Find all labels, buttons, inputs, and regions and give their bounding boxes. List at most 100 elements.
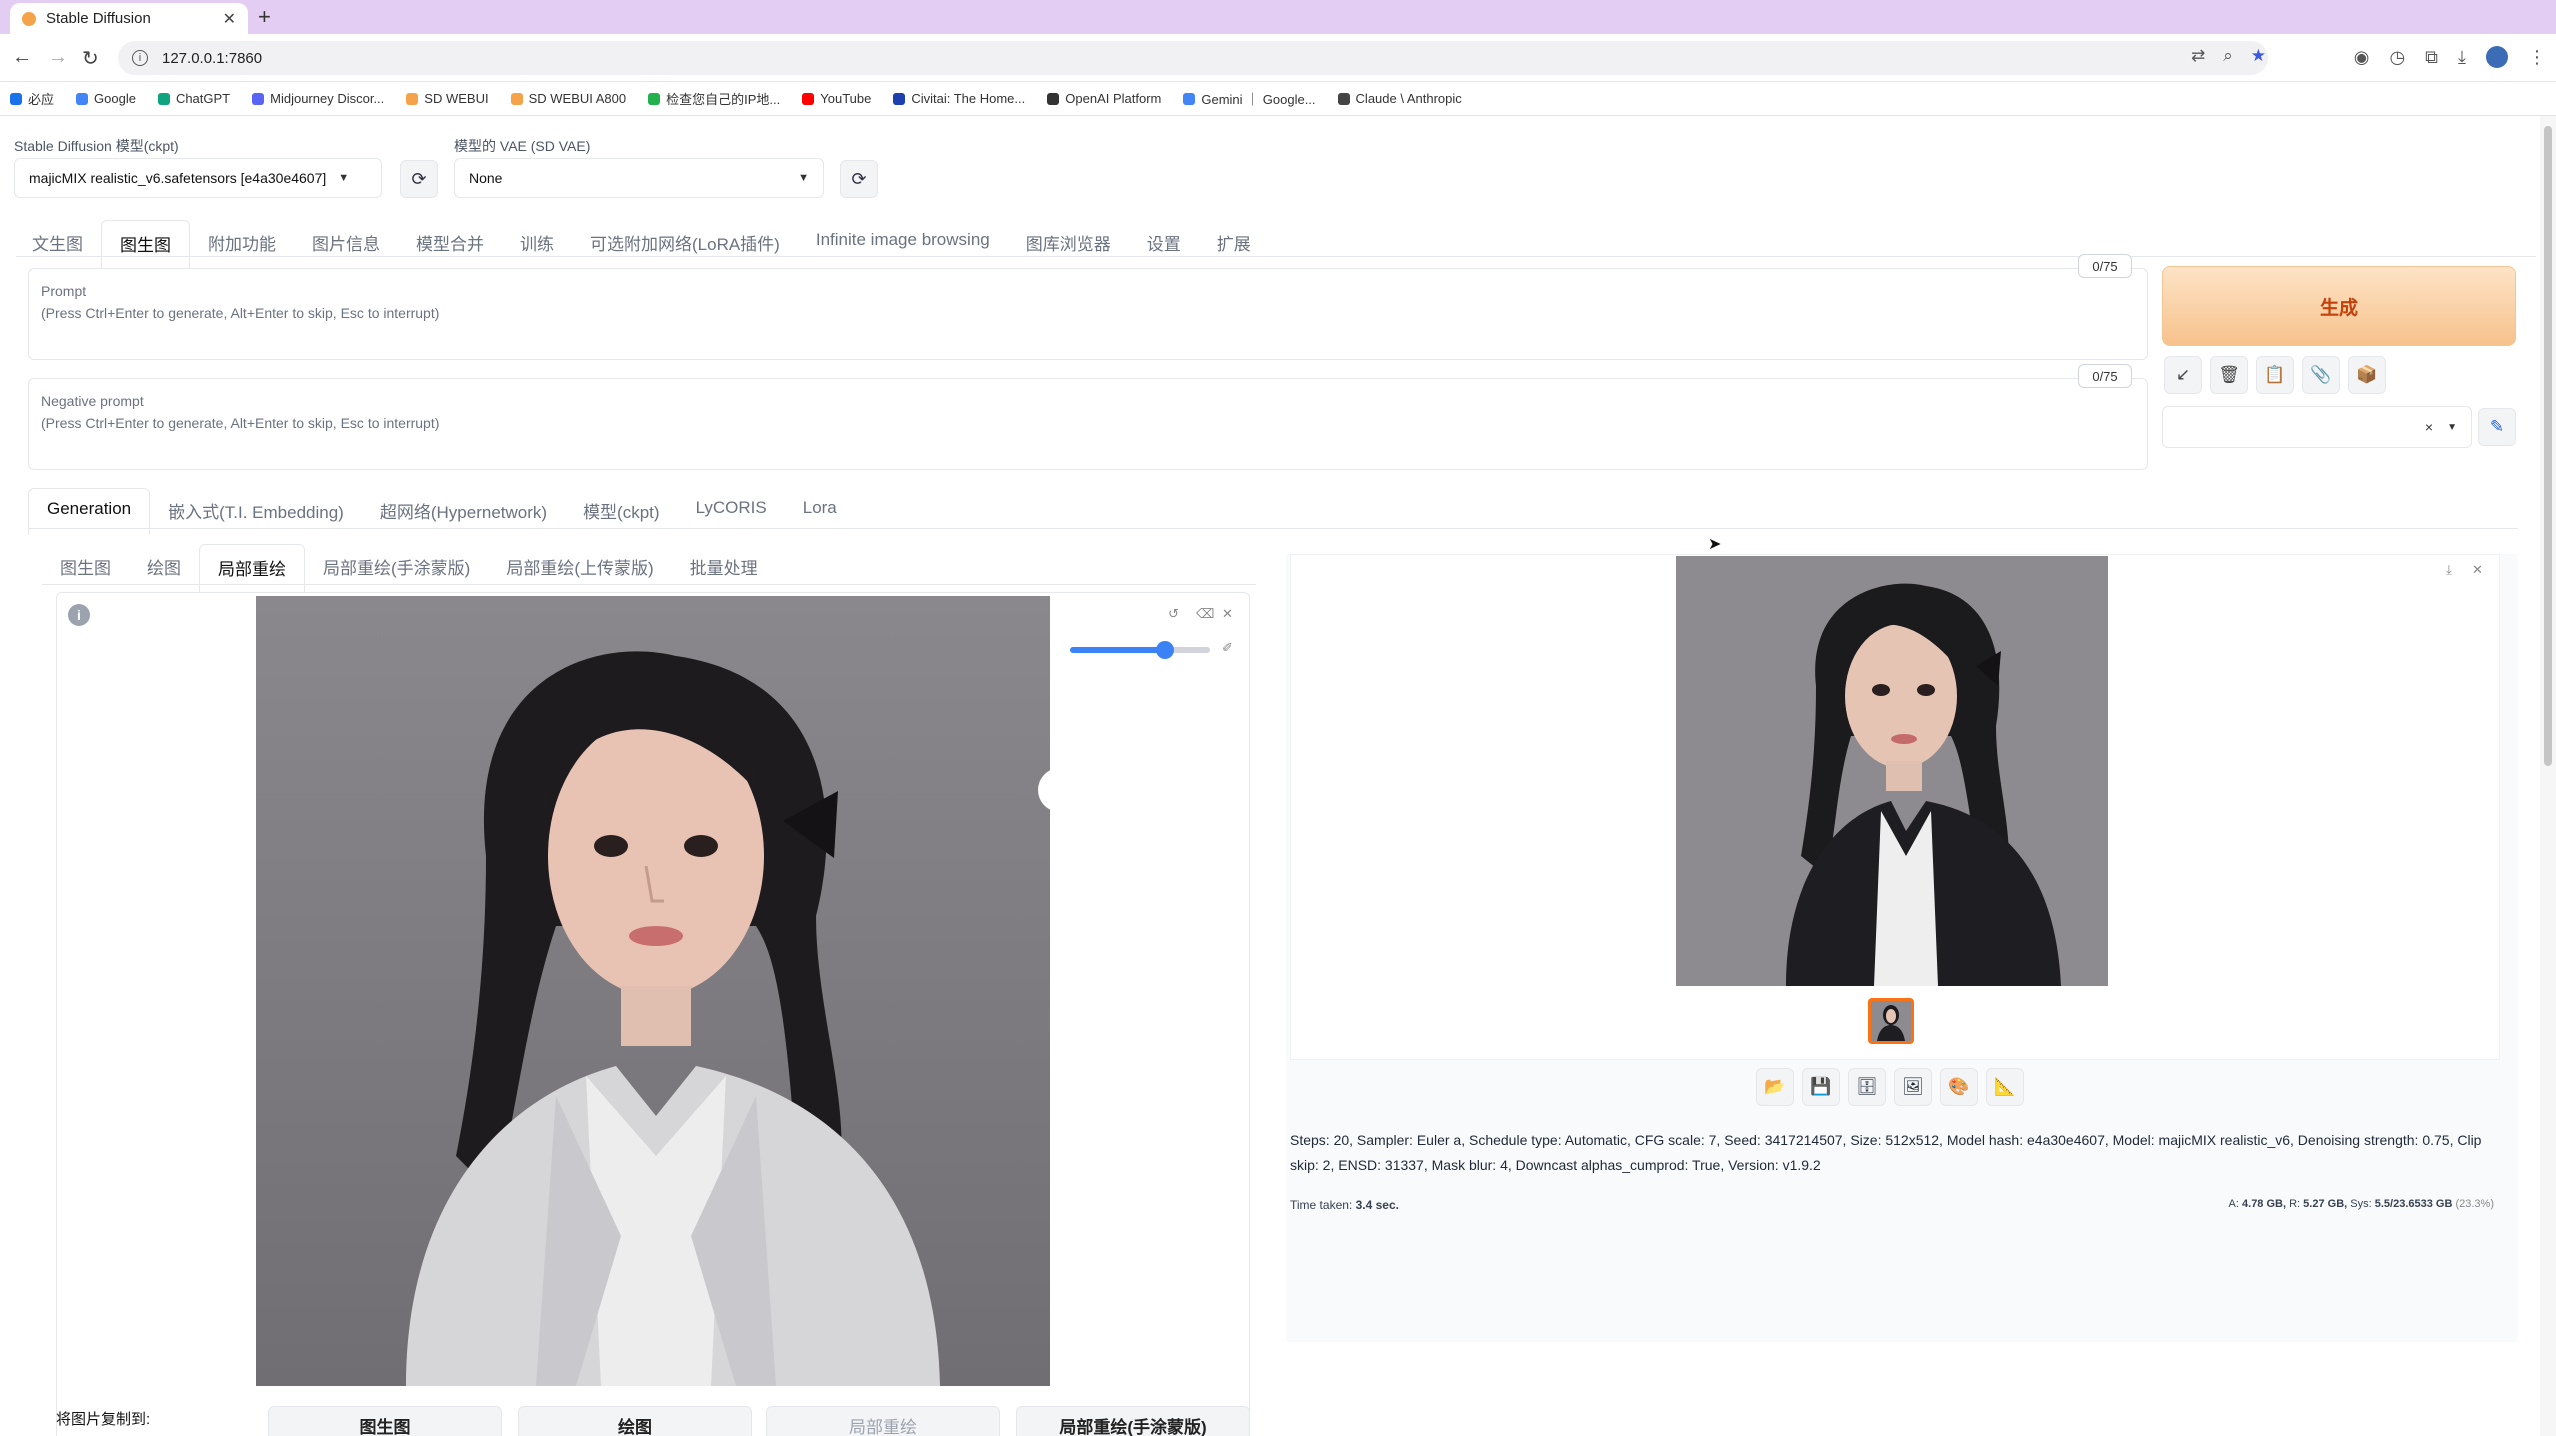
brush-icon[interactable]: ✐	[1222, 640, 1233, 656]
bookmark-item[interactable]: ChatGPT	[157, 91, 230, 106]
bookmark-item[interactable]: Midjourney Discor...	[252, 91, 384, 106]
tab-inpaint-upload[interactable]: 局部重绘(上传蒙版)	[488, 544, 671, 593]
bookmark-icon	[893, 92, 906, 105]
bookmark-star-icon[interactable]: ★	[2251, 46, 2266, 66]
profile-avatar[interactable]	[2486, 46, 2508, 68]
slider-fill	[1070, 647, 1166, 653]
menu-icon[interactable]: ⋮	[2528, 47, 2546, 68]
vae-select[interactable]: None ▼	[454, 158, 824, 198]
bookmark-item[interactable]: Google	[76, 91, 136, 106]
tab-extras[interactable]: 附加功能	[190, 220, 294, 269]
tab-inpaint-sketch[interactable]: 局部重绘(手涂蒙版)	[305, 544, 488, 593]
eraser-icon[interactable]: ⌫	[1196, 606, 1214, 622]
page-scrollbar[interactable]	[2540, 116, 2556, 1436]
styles-button[interactable]: 📋	[2256, 356, 2294, 394]
apply-styles-button[interactable]: 📦	[2348, 356, 2386, 394]
tab-txt2img[interactable]: 文生图	[14, 220, 101, 269]
clipboard-icon: 📋	[2264, 365, 2286, 384]
tab-inpaint[interactable]: 局部重绘	[199, 544, 305, 593]
tab-settings[interactable]: 设置	[1129, 220, 1199, 269]
forward-icon[interactable]: →	[48, 46, 68, 69]
site-info-icon[interactable]: i	[132, 50, 148, 66]
url-input[interactable]: i 127.0.0.1:7860	[118, 41, 2268, 75]
edit-style-button[interactable]: ✎	[2478, 408, 2516, 446]
tab-lora-plugin[interactable]: 可选附加网络(LoRA插件)	[572, 220, 798, 269]
history-icon[interactable]: ◷	[2389, 47, 2405, 68]
browser-tab[interactable]: Stable Diffusion ✕	[10, 3, 248, 34]
time-taken-value: 3.4 sec.	[1355, 1198, 1399, 1212]
vram-a-value: 4.78 GB,	[2242, 1198, 2287, 1210]
send-to-img2img-button[interactable]: 🖼	[1894, 1068, 1932, 1106]
refresh-icon: ⟳	[411, 168, 427, 189]
send-to-inpaint-button[interactable]: 🎨	[1940, 1068, 1978, 1106]
extra-networks-button[interactable]: 📎	[2302, 356, 2340, 394]
bookmark-item[interactable]: Claude \ Anthropic	[1337, 91, 1462, 106]
info-icon[interactable]: i	[68, 604, 90, 626]
copy-to-inpaint-button[interactable]: 局部重绘	[766, 1406, 1000, 1436]
tab-gallery[interactable]: 图库浏览器	[1008, 220, 1129, 269]
negative-prompt-input[interactable]: Negative prompt (Press Ctrl+Enter to gen…	[28, 378, 2148, 470]
network-tabs-divider	[28, 528, 2518, 529]
tab-sketch[interactable]: 绘图	[129, 544, 199, 593]
vram-sys-label: Sys:	[2350, 1198, 2372, 1210]
extension-record-icon[interactable]: ◉	[2354, 47, 2370, 68]
bookmark-item[interactable]: 检查您自己的IP地...	[648, 89, 780, 108]
bookmark-item[interactable]: OpenAI Platform	[1047, 91, 1161, 106]
refresh-ckpt-button[interactable]: ⟳	[400, 160, 438, 198]
zip-button[interactable]: 🗄	[1848, 1068, 1886, 1106]
bookmark-item[interactable]: 必应	[10, 89, 54, 108]
tab-png-info[interactable]: 图片信息	[294, 220, 398, 269]
zoom-icon[interactable]: ⌕	[2223, 46, 2233, 66]
ckpt-select[interactable]: majicMIX realistic_v6.safetensors [e4a30…	[14, 158, 382, 198]
bookmark-item[interactable]: SD WEBUI	[406, 91, 489, 106]
save-button[interactable]: 💾	[1802, 1068, 1840, 1106]
ckpt-value: majicMIX realistic_v6.safetensors [e4a30…	[29, 170, 327, 186]
tab-infinite-browsing[interactable]: Infinite image browsing	[798, 220, 1008, 269]
close-icon[interactable]: ✕	[1222, 606, 1233, 622]
copy-to-sketch-button[interactable]: 绘图	[518, 1406, 752, 1436]
translate-icon[interactable]: ⇄	[2191, 46, 2205, 66]
tab-batch[interactable]: 批量处理	[672, 544, 776, 593]
bookmark-item[interactable]: Gemini ｜ Google...	[1183, 89, 1316, 108]
clear-icon[interactable]: ×	[2425, 419, 2433, 435]
ckpt-label: Stable Diffusion 模型(ckpt)	[14, 138, 179, 154]
send-to-extras-button[interactable]: 📐	[1986, 1068, 2024, 1106]
tab-extensions[interactable]: 扩展	[1199, 220, 1269, 269]
generation-params: Steps: 20, Sampler: Euler a, Schedule ty…	[1290, 1132, 2482, 1173]
tab-train[interactable]: 训练	[502, 220, 572, 269]
extensions-icon[interactable]: ⧉	[2425, 47, 2438, 68]
prompt-input[interactable]: Prompt (Press Ctrl+Enter to generate, Al…	[28, 268, 2148, 360]
output-image[interactable]	[1676, 556, 2108, 986]
scrollbar-thumb[interactable]	[2544, 126, 2552, 766]
brush-size-slider[interactable]	[1070, 641, 1210, 659]
main-tabs: 文生图 图生图 附加功能 图片信息 模型合并 训练 可选附加网络(LoRA插件)…	[14, 220, 1269, 269]
bookmark-icon	[1047, 92, 1060, 105]
download-icon[interactable]: ⤓	[2446, 562, 2452, 578]
back-icon[interactable]: ←	[12, 46, 32, 69]
tab-img2img-mode[interactable]: 图生图	[42, 544, 129, 593]
read-params-button[interactable]: ↙	[2164, 356, 2202, 394]
copy-to-inpaint-sketch-button[interactable]: 局部重绘(手涂蒙版)	[1016, 1406, 1250, 1436]
close-icon[interactable]: ✕	[223, 9, 236, 29]
styles-select[interactable]: × ▼	[2162, 406, 2472, 448]
bookmark-item[interactable]: Civitai: The Home...	[893, 91, 1025, 106]
generate-button[interactable]: 生成	[2162, 266, 2516, 346]
copy-to-img2img-button[interactable]: 图生图	[268, 1406, 502, 1436]
bookmark-item[interactable]: SD WEBUI A800	[510, 91, 626, 106]
undo-icon[interactable]: ↺	[1168, 606, 1179, 622]
reload-icon[interactable]: ↻	[82, 46, 99, 71]
inpaint-source-image[interactable]	[256, 596, 1050, 1386]
open-folder-button[interactable]: 📂	[1756, 1068, 1794, 1106]
output-thumbnail[interactable]	[1868, 998, 1914, 1044]
close-icon[interactable]: ✕	[2472, 562, 2483, 578]
tab-img2img[interactable]: 图生图	[101, 220, 190, 269]
pencil-icon: ✎	[2489, 417, 2505, 436]
new-tab-icon[interactable]: +	[258, 4, 271, 30]
clear-prompt-button[interactable]: 🗑	[2210, 356, 2248, 394]
arrow-down-left-icon: ↙	[2175, 365, 2191, 384]
download-icon[interactable]: ⤓	[2458, 47, 2466, 68]
bookmark-item[interactable]: YouTube	[802, 91, 871, 106]
tab-merge[interactable]: 模型合并	[398, 220, 502, 269]
bookmark-icon	[510, 92, 523, 105]
refresh-vae-button[interactable]: ⟳	[840, 160, 878, 198]
